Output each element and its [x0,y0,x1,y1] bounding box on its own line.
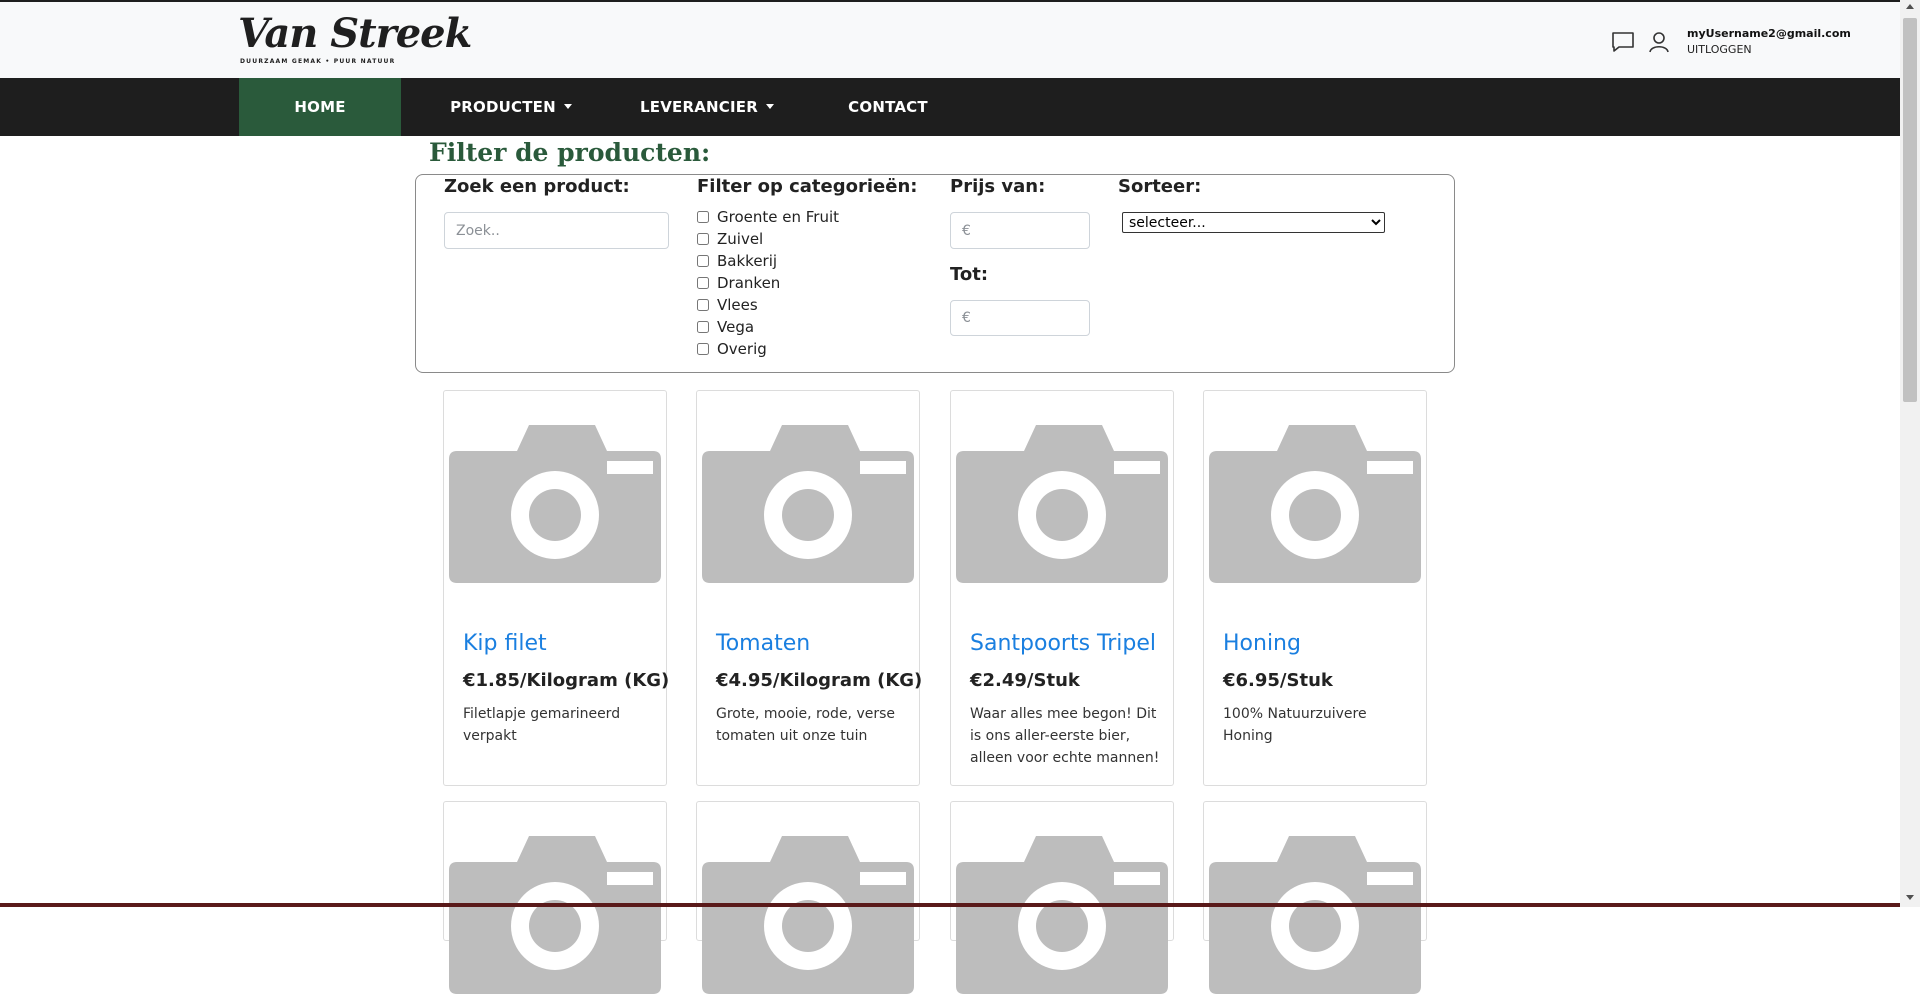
category-label: Overig [717,340,767,358]
product-card[interactable] [696,801,920,994]
product-price: €6.95/Stuk [1223,670,1333,691]
camera-placeholder-icon [1209,836,1421,994]
scroll-down-arrow-icon[interactable] [1906,895,1914,900]
product-price: €1.85/Kilogram (KG) [463,670,670,691]
category-checkbox[interactable] [697,255,709,267]
product-card[interactable] [1203,801,1427,994]
sort-select[interactable]: selecteer... [1122,212,1385,233]
product-card[interactable] [443,801,667,994]
nav-producten-label: PRODUCTEN [450,98,556,116]
price-to-input[interactable] [950,300,1090,336]
category-label: Dranken [717,274,781,292]
user-box: myUsername2@gmail.com UITLOGGEN [1687,26,1851,58]
product-description: Waar alles mee begon! Dit is ons aller-e… [970,706,1160,766]
price-from-input[interactable] [950,212,1090,249]
nav-leverancier[interactable]: LEVERANCIER [633,78,781,136]
search-input[interactable] [444,212,669,249]
scroll-up-arrow-icon[interactable] [1906,4,1914,9]
camera-placeholder-icon [449,836,661,994]
brand-name: Van Streek [238,10,472,57]
product-description: 100% Natuurzuivere Honing [1223,706,1367,744]
product-card[interactable]: Santpoorts Tripel €2.49/Stuk Waar alles … [950,390,1174,786]
category-checkbox[interactable] [697,211,709,223]
category-label: Zuivel [717,230,764,248]
category-checkbox[interactable] [697,321,709,333]
user-email: myUsername2@gmail.com [1687,27,1851,40]
logout-link[interactable]: UITLOGGEN [1687,42,1851,58]
chat-bubble-icon[interactable] [1610,29,1636,55]
brand-tagline: DUURZAAM GEMAK • PUUR NATUUR [240,58,396,65]
nav-producten[interactable]: PRODUCTEN [448,78,574,136]
navbar: HOME PRODUCTEN LEVERANCIER CONTACT [0,78,1900,136]
caret-down-icon [563,103,572,109]
nav-contact-label: CONTACT [848,98,928,116]
product-title[interactable]: Kip filet [463,631,547,656]
filter-title: Filter de producten: [429,138,711,167]
product-price: €2.49/Stuk [970,670,1080,691]
product-card[interactable]: Tomaten €4.95/Kilogram (KG) Grote, mooie… [696,390,923,786]
product-card[interactable] [950,801,1174,994]
camera-placeholder-icon [449,425,661,583]
product-description: Grote, mooie, rode, verse tomaten uit on… [716,706,896,744]
category-item[interactable]: Vlees [697,294,839,316]
price-to-label: Tot: [950,264,989,285]
nav-home-label: HOME [294,98,346,116]
categories-label: Filter op categorieën: [697,176,918,197]
bottom-border [0,903,1900,907]
vertical-scrollbar[interactable] [1900,0,1920,907]
sort-label: Sorteer: [1118,176,1202,197]
category-label: Bakkerij [717,252,778,270]
product-description: Filetlapje gemarineerd verpakt [463,706,621,744]
price-from-label: Prijs van: [950,176,1046,197]
category-item[interactable]: Vega [697,316,839,338]
camera-placeholder-icon [956,836,1168,994]
scrollbar-thumb[interactable] [1903,18,1917,402]
category-label: Vega [717,318,755,336]
product-title[interactable]: Tomaten [716,631,810,656]
product-title[interactable]: Santpoorts Tripel [970,631,1156,656]
category-item[interactable]: Zuivel [697,228,839,250]
category-checkbox[interactable] [697,299,709,311]
category-list: Groente en Fruit Zuivel Bakkerij Dranken… [697,206,839,360]
nav-home[interactable]: HOME [239,78,401,136]
camera-placeholder-icon [956,425,1168,583]
camera-placeholder-icon [1209,425,1421,583]
category-label: Groente en Fruit [717,208,840,226]
header: Van Streek DUURZAAM GEMAK • PUUR NATUUR … [0,2,1900,78]
camera-placeholder-icon [702,836,914,994]
category-label: Vlees [717,296,758,314]
camera-placeholder-icon [702,425,914,583]
category-item[interactable]: Overig [697,338,839,360]
category-item[interactable]: Bakkerij [697,250,839,272]
brand-logo[interactable]: Van Streek DUURZAAM GEMAK • PUUR NATUUR [238,10,472,72]
category-checkbox[interactable] [697,233,709,245]
category-item[interactable]: Groente en Fruit [697,206,839,228]
nav-contact[interactable]: CONTACT [843,78,933,136]
category-checkbox[interactable] [697,277,709,289]
product-card[interactable]: Honing €6.95/Stuk 100% Natuurzuivere Hon… [1203,390,1427,786]
filter-panel [415,174,1455,373]
product-title[interactable]: Honing [1223,631,1301,656]
user-icon[interactable] [1646,29,1672,55]
nav-leverancier-label: LEVERANCIER [640,98,758,116]
category-item[interactable]: Dranken [697,272,839,294]
product-card[interactable]: Kip filet €1.85/Kilogram (KG) Filetlapje… [443,390,670,786]
product-price: €4.95/Kilogram (KG) [716,670,923,691]
category-checkbox[interactable] [697,343,709,355]
search-label: Zoek een product: [444,176,630,197]
caret-down-icon [765,103,774,109]
